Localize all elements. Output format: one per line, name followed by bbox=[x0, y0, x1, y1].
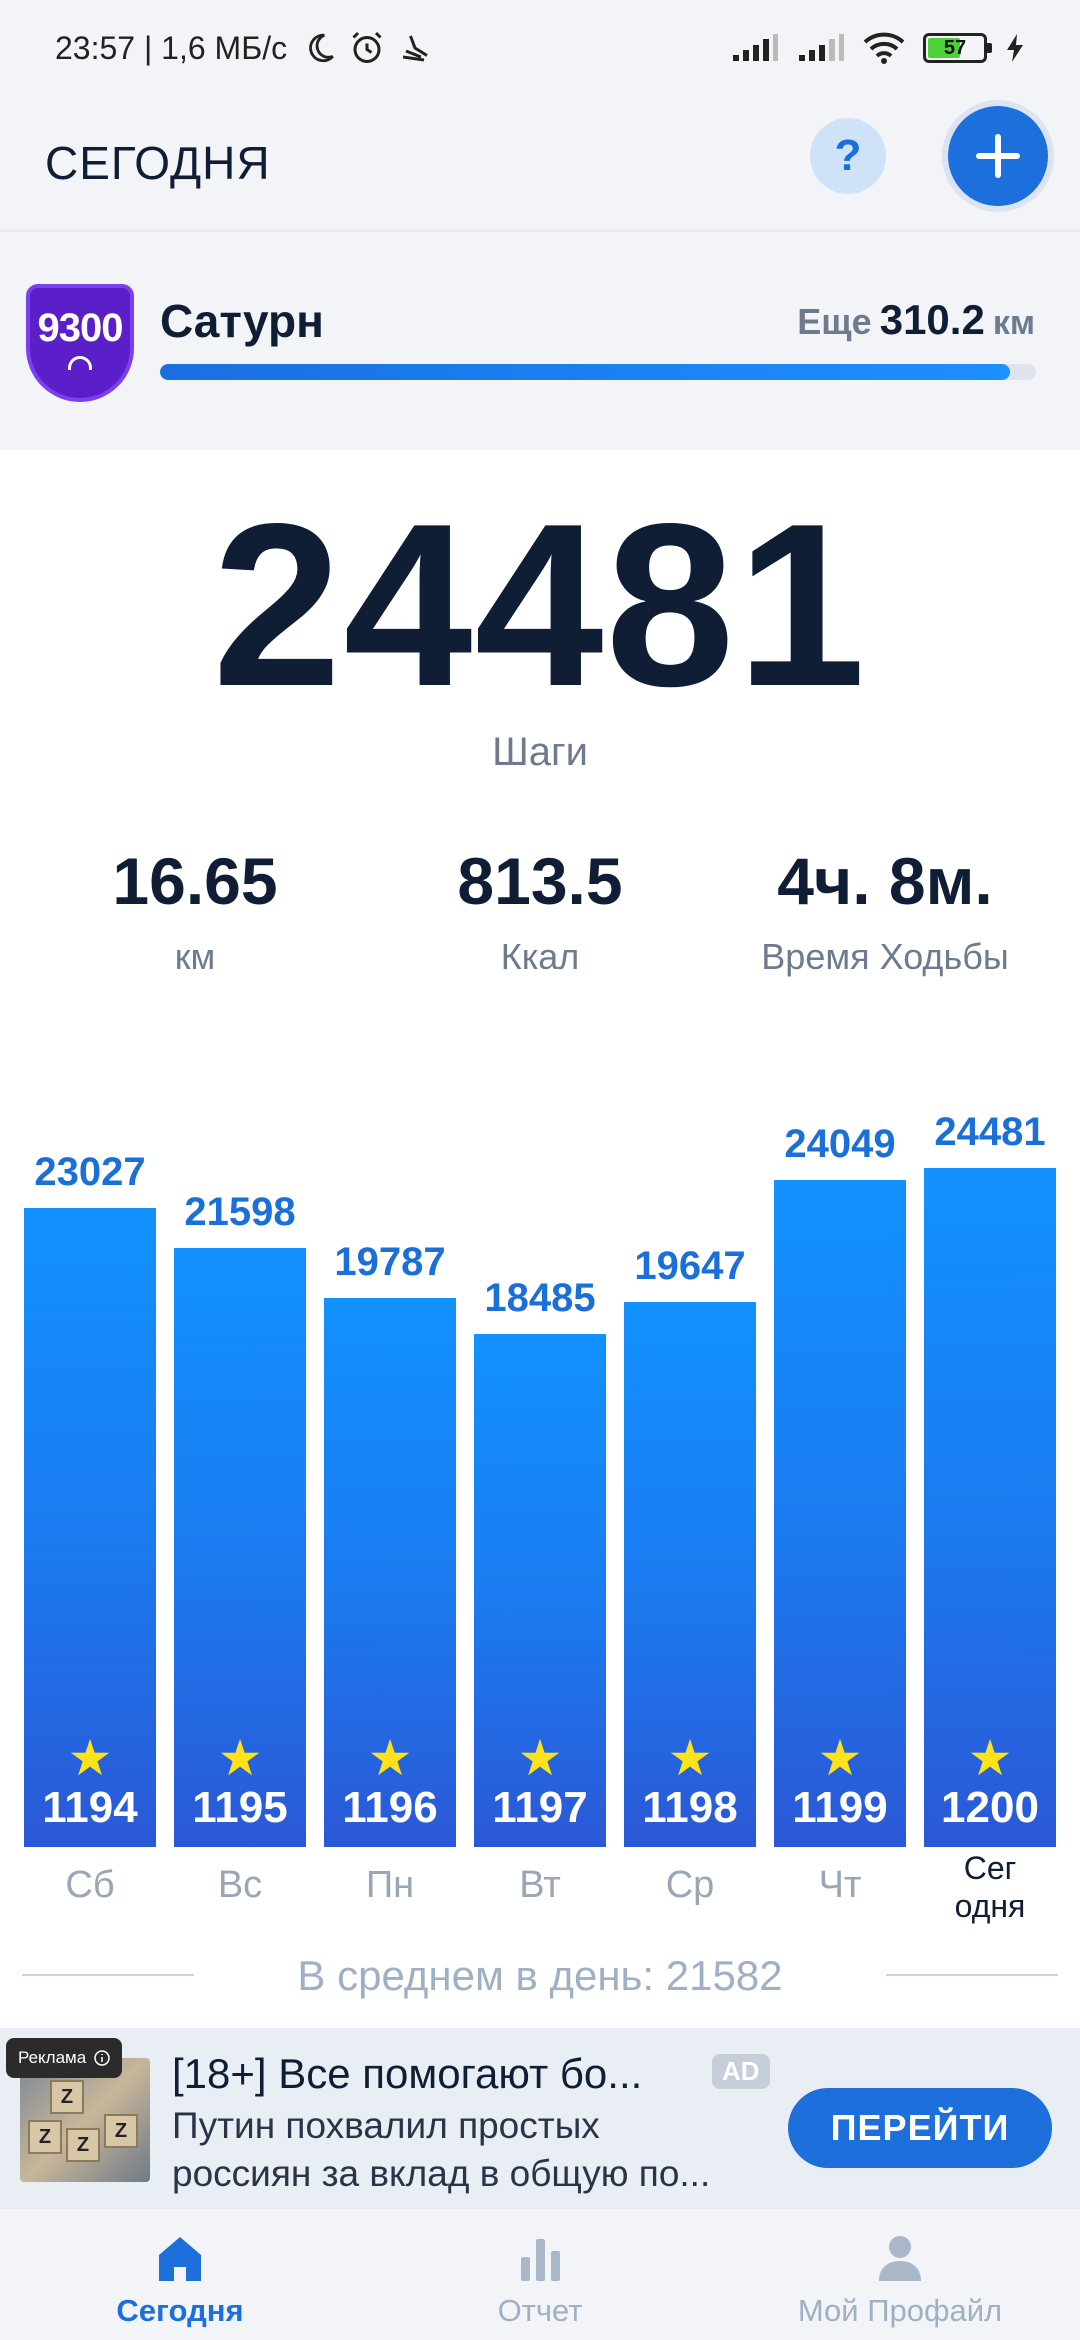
chart-bar-value: 18485 bbox=[484, 1276, 596, 1320]
chart-bar-value: 19647 bbox=[634, 1244, 746, 1288]
ad-cta-button[interactable]: ПЕРЕЙТИ bbox=[788, 2088, 1052, 2168]
calories-value: 813.5 bbox=[457, 844, 623, 918]
steps-label: Шаги bbox=[492, 730, 588, 774]
ad-headline[interactable]: [18+] Все помогают бо... bbox=[172, 2050, 642, 2098]
goal-remaining: Еще 310.2 км bbox=[797, 296, 1035, 344]
battery-icon: 57 bbox=[923, 33, 992, 63]
weekly-steps-chart[interactable]: 23027 ★ 1194 Сб 21598 ★ 1195 Вс 19787 ★ 1196 Пн 1848… bbox=[0, 1060, 1080, 1930]
steps-count: 24481 bbox=[212, 476, 868, 735]
wifi-icon bbox=[863, 32, 905, 64]
star-icon: ★ bbox=[667, 1730, 713, 1786]
nav-label-today: Сегодня bbox=[116, 2293, 244, 2328]
page-title: СЕГОДНЯ bbox=[45, 137, 271, 189]
distance-label: км bbox=[174, 936, 216, 977]
chart-bar-value: 21598 bbox=[184, 1190, 296, 1234]
bar-chart-icon bbox=[521, 2239, 560, 2281]
status-time: 23:57 bbox=[55, 29, 136, 66]
chart-bar-value: 24481 bbox=[934, 1110, 1046, 1154]
home-icon bbox=[159, 2237, 201, 2281]
distance-value: 16.65 bbox=[112, 844, 278, 918]
chart-day-label: Пн bbox=[365, 1864, 415, 1906]
star-icon: ★ bbox=[217, 1730, 263, 1786]
moon-icon bbox=[309, 33, 334, 63]
chart-bar-value: 24049 bbox=[784, 1122, 896, 1166]
ad-badge: AD bbox=[712, 2054, 770, 2089]
chart-day-label: Чт bbox=[818, 1864, 862, 1906]
ad-tag-label: Реклама bbox=[18, 2048, 87, 2067]
calories-stat: 813.5 Ккал bbox=[360, 848, 720, 978]
status-icons bbox=[303, 30, 433, 66]
ad-banner[interactable]: Z Z Z Z Реклама [18+] Все помогают бо...… bbox=[0, 2028, 1080, 2208]
chart-day-label: Сб bbox=[65, 1864, 115, 1906]
shoe-icon bbox=[402, 35, 428, 62]
ad-description-line2: россиян за вклад в общую по... bbox=[172, 2153, 711, 2195]
goal-progress-fill bbox=[160, 364, 1010, 380]
remaining-unit: км bbox=[992, 304, 1035, 342]
status-separator: | bbox=[135, 29, 162, 66]
walk-time-label: Время Ходьбы bbox=[761, 936, 1009, 977]
chart-day-number: 1195 bbox=[192, 1783, 288, 1832]
average-divider-right bbox=[886, 1974, 1058, 1976]
app-header: СЕГОДНЯ ? bbox=[0, 96, 1080, 232]
ad-description-line1: Путин похвалил простых bbox=[172, 2105, 600, 2146]
signal-icon bbox=[733, 34, 778, 61]
goal-badge: 9300 bbox=[26, 284, 134, 402]
person-icon bbox=[879, 2236, 921, 2281]
info-icon[interactable] bbox=[94, 2050, 110, 2066]
chart-day-number: 1194 bbox=[42, 1783, 138, 1832]
alarm-icon bbox=[352, 31, 382, 63]
chart-day-number: 1200 bbox=[941, 1783, 1039, 1832]
star-icon: ★ bbox=[967, 1730, 1013, 1786]
star-icon: ★ bbox=[817, 1730, 863, 1786]
chart-bar-value: 23027 bbox=[34, 1150, 146, 1194]
signal-icon-2 bbox=[799, 34, 844, 61]
bottom-nav: Сегодня Отчет Мой Профайл bbox=[0, 2208, 1080, 2340]
badge-number: 9300 bbox=[37, 306, 124, 350]
chart-day-label: Вс bbox=[217, 1864, 263, 1906]
average-row: В среднем в день: 21582 bbox=[0, 1946, 1080, 2006]
nav-item-today[interactable]: Сегодня bbox=[0, 2209, 360, 2340]
calories-label: Ккал bbox=[500, 936, 580, 977]
star-icon: ★ bbox=[367, 1730, 413, 1786]
status-bar: 23:57 | 1,6 МБ/с 57 bbox=[0, 0, 1080, 96]
network-speed: 1,6 МБ/с bbox=[161, 29, 288, 66]
chart-day-label: Вт bbox=[519, 1864, 561, 1906]
add-button[interactable] bbox=[948, 106, 1048, 206]
chart-day-label: Сег одня bbox=[954, 1850, 1026, 1925]
ad-tag: Реклама bbox=[6, 2038, 123, 2078]
nav-item-profile[interactable]: Мой Профайл bbox=[720, 2209, 1080, 2340]
status-right: 57 bbox=[731, 32, 1025, 64]
chart-day-number: 1198 bbox=[642, 1783, 738, 1832]
chart-day-number: 1196 bbox=[342, 1783, 438, 1832]
star-icon: ★ bbox=[67, 1730, 113, 1786]
goal-name: Сатурн bbox=[160, 295, 324, 347]
remaining-label: Еще bbox=[797, 301, 872, 342]
chart-day-number: 1199 bbox=[792, 1783, 888, 1832]
ad-description: Путин похвалил простых россиян за вклад … bbox=[172, 2102, 762, 2198]
goal-progress-bar bbox=[160, 364, 1036, 380]
average-label: В среднем в день: 21582 bbox=[297, 1952, 783, 1999]
help-button[interactable]: ? bbox=[810, 118, 886, 194]
chart-day-label: Ср bbox=[665, 1864, 715, 1906]
nav-label-profile: Мой Профайл bbox=[797, 2293, 1003, 2328]
chart-day-number: 1197 bbox=[492, 1783, 588, 1832]
distance-stat: 16.65 км bbox=[15, 848, 375, 978]
walk-time-value: 4ч. 8м. bbox=[777, 844, 993, 918]
star-icon: ★ bbox=[517, 1730, 563, 1786]
charging-icon bbox=[1007, 34, 1023, 62]
goal-card[interactable]: 9300 Сатурн Еще 310.2 км bbox=[0, 232, 1080, 450]
chart-bar-value: 19787 bbox=[334, 1240, 446, 1284]
nav-label-report: Отчет bbox=[497, 2293, 583, 2328]
plus-icon bbox=[976, 134, 1020, 178]
walk-time-stat: 4ч. 8м. Время Ходьбы bbox=[705, 848, 1065, 978]
nav-item-report[interactable]: Отчет bbox=[360, 2209, 720, 2340]
remaining-value: 310.2 bbox=[879, 296, 985, 343]
